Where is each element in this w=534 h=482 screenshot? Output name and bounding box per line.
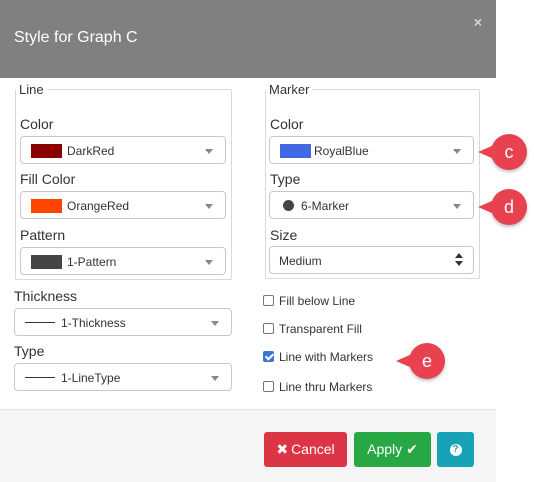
chevron-down-icon xyxy=(211,376,219,381)
line-legend: Line xyxy=(19,82,44,97)
fill-color-select[interactable]: OrangeRed xyxy=(20,191,226,219)
checkbox-box-checked[interactable] xyxy=(263,351,274,362)
line-color-label: Color xyxy=(20,116,54,132)
pattern-value: 1-Pattern xyxy=(67,255,117,269)
apply-button[interactable]: Apply ✔ xyxy=(354,432,431,467)
chevron-down-icon xyxy=(211,321,219,326)
checkbox-box[interactable] xyxy=(263,323,274,334)
apply-label: Apply xyxy=(367,441,403,457)
marker-size-value: Medium xyxy=(279,254,322,268)
marker-type-select[interactable]: 6-Marker xyxy=(269,191,474,219)
line-color-value: DarkRed xyxy=(67,144,115,158)
chevron-down-icon xyxy=(453,149,461,154)
line-color-swatch xyxy=(31,144,62,158)
checkbox-label: Line thru Markers xyxy=(279,380,373,394)
chevron-down-icon xyxy=(453,204,461,209)
marker-size-label: Size xyxy=(270,227,298,243)
checkbox-label: Fill below Line xyxy=(279,294,356,308)
callout-d: d xyxy=(478,189,527,225)
line-type-icon xyxy=(25,377,55,378)
question-icon: ? xyxy=(449,444,462,457)
close-icon: ✖ xyxy=(276,441,289,457)
chevron-down-icon xyxy=(205,149,213,154)
marker-type-label: Type xyxy=(270,171,301,187)
checkbox-label: Transparent Fill xyxy=(279,322,362,336)
chevron-down-icon xyxy=(205,260,213,265)
fill-color-value: OrangeRed xyxy=(67,199,130,213)
close-icon[interactable]: × xyxy=(474,14,482,30)
up-down-arrows-icon xyxy=(455,253,463,267)
thickness-value: 1-Thickness xyxy=(61,316,126,330)
marker-size-select[interactable]: Medium xyxy=(269,246,474,274)
marker-color-swatch xyxy=(280,144,311,158)
chevron-down-icon xyxy=(205,204,213,209)
cancel-label: Cancel xyxy=(291,441,335,457)
type-label: Type xyxy=(14,343,45,359)
marker-type-value: 6-Marker xyxy=(301,199,350,213)
check-icon: ✔ xyxy=(406,441,418,457)
marker-color-value: RoyalBlue xyxy=(314,144,369,158)
callout-e: e xyxy=(396,343,445,379)
dialog-header: Style for Graph C × xyxy=(0,0,496,78)
checkbox-label: Line with Markers xyxy=(279,350,374,364)
callout-c: c xyxy=(478,134,527,170)
thickness-line-icon xyxy=(25,322,55,323)
pattern-swatch xyxy=(31,255,62,269)
marker-legend: Marker xyxy=(269,82,310,97)
cancel-button[interactable]: ✖ Cancel xyxy=(264,432,347,467)
line-color-select[interactable]: DarkRed xyxy=(20,136,226,164)
marker-color-label: Color xyxy=(270,116,304,132)
fill-color-label: Fill Color xyxy=(20,171,76,187)
line-type-select[interactable]: 1-LineType xyxy=(14,363,232,391)
checkbox-box[interactable] xyxy=(263,295,274,306)
marker-color-select[interactable]: RoyalBlue xyxy=(269,136,474,164)
thickness-select[interactable]: 1-Thickness xyxy=(14,308,232,336)
line-type-value: 1-LineType xyxy=(61,371,121,385)
circle-marker-icon xyxy=(283,200,294,211)
pattern-select[interactable]: 1-Pattern xyxy=(20,247,226,275)
fill-color-swatch xyxy=(31,199,62,213)
checkbox-box[interactable] xyxy=(263,381,274,392)
pattern-label: Pattern xyxy=(20,227,66,243)
help-button[interactable]: ? xyxy=(437,432,474,467)
dialog-title: Style for Graph C xyxy=(14,29,138,46)
thickness-label: Thickness xyxy=(14,288,78,304)
